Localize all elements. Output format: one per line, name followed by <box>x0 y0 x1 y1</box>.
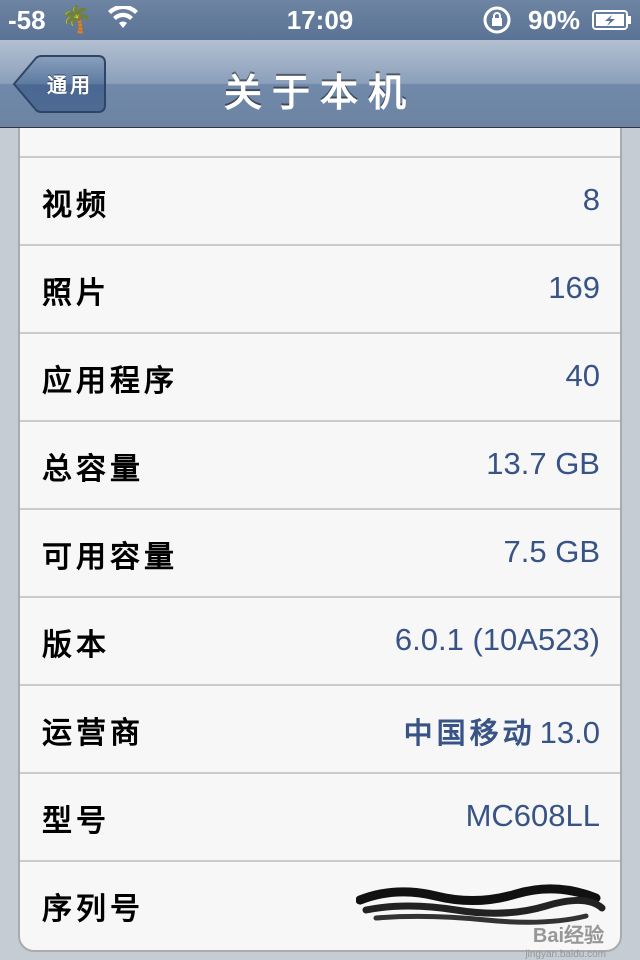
table-row: 视频 8 <box>20 158 620 246</box>
row-label: 视频 <box>42 188 110 223</box>
carrier-version: 13.0 <box>539 715 600 750</box>
row-label: 应用程序 <box>42 364 178 399</box>
table-row[interactable]: 型号 MC608LL <box>20 774 620 862</box>
battery-percentage: 90% <box>528 5 581 35</box>
row-label: 运营商 <box>42 716 144 751</box>
row-value: 7.5 GB <box>503 534 601 569</box>
table-row: 版本 6.0.1 (10A523) <box>20 598 620 686</box>
status-bar: -58 🌴 17:09 90% <box>0 0 640 40</box>
info-table: 视频 8 照片 169 应用程序 40 总容量 13.7 GB 可用容量 7.5… <box>18 128 622 952</box>
row-value: 40 <box>565 358 600 393</box>
row-label: 照片 <box>42 276 110 311</box>
row-label: 序列号 <box>42 892 144 927</box>
table-row: 照片 169 <box>20 246 620 334</box>
row-value: 6.0.1 (10A523) <box>394 622 600 657</box>
row-label: 总容量 <box>42 452 144 487</box>
table-row[interactable]: 运营商 中国移动 13.0 <box>20 686 620 774</box>
row-value: 169 <box>548 270 600 305</box>
table-row: 可用容量 7.5 GB <box>20 510 620 598</box>
navigation-bar: 通用 关于本机 <box>0 40 640 128</box>
rotation-lock-icon <box>483 6 511 34</box>
battery-charging-icon <box>592 10 631 30</box>
row-value: MC608LL <box>465 798 600 833</box>
watermark: Bai经验 <box>532 925 604 947</box>
carrier-name: 中国移动 <box>403 716 536 750</box>
row-label: 版本 <box>42 628 110 663</box>
table-row[interactable]: 序列号 <box>20 862 620 950</box>
row-label: 可用容量 <box>42 540 178 575</box>
row-value: 8 <box>582 182 600 217</box>
row-value: 13.7 GB <box>486 446 600 481</box>
table-row <box>20 128 620 158</box>
table-row: 总容量 13.7 GB <box>20 422 620 510</box>
table-row: 应用程序 40 <box>20 334 620 422</box>
row-value: 中国移动 13.0 <box>404 710 600 752</box>
content-area[interactable]: 视频 8 照片 169 应用程序 40 总容量 13.7 GB 可用容量 7.5… <box>0 128 640 960</box>
row-label: 型号 <box>42 804 110 839</box>
page-title: 关于本机 <box>223 70 416 115</box>
watermark-url: jingyan.baidu.com <box>525 949 606 960</box>
